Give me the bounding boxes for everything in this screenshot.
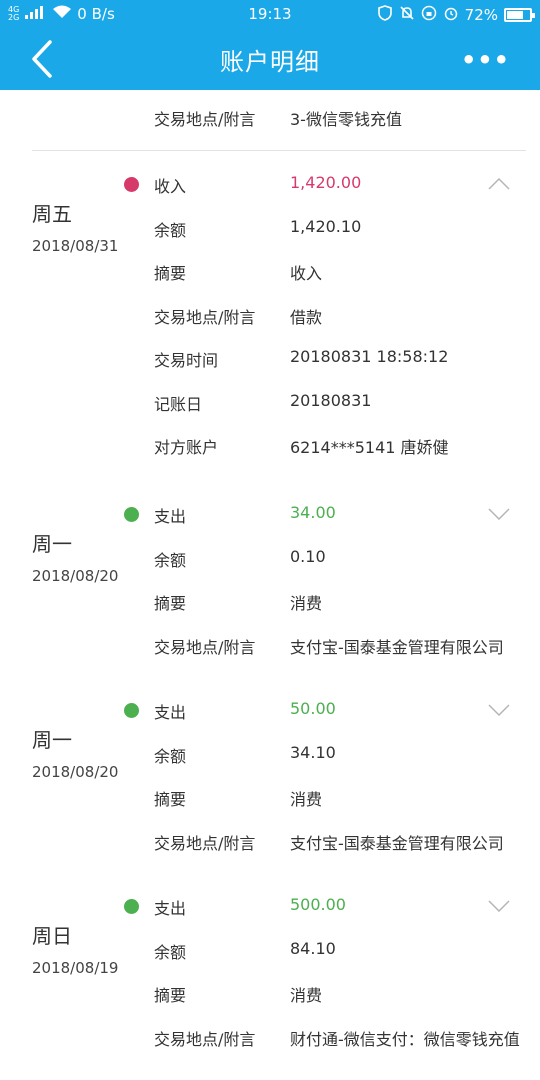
detail-value: 借款 [290,307,323,327]
detail-value: 消费 [290,790,323,809]
page-title: 账户明细 [220,48,320,76]
detail-row: 摘要 消费 [154,590,322,614]
weekday-label: 周一 [32,532,72,556]
detail-value: 34.10 [290,742,336,762]
transaction-type: 支出 [154,507,187,526]
expense-dot [124,703,139,718]
chevron-down-icon[interactable] [488,508,510,520]
divider [32,150,526,151]
expense-dot [124,899,139,914]
weekday-label: 周日 [32,924,72,948]
transaction-type: 收入 [154,177,187,196]
chevron-down-icon[interactable] [488,704,510,716]
detail-key: 交易时间 [154,351,219,370]
chevron-down-icon[interactable] [488,900,510,912]
detail-value: 收入 [290,264,323,283]
detail-key: 余额 [154,942,187,962]
date-label: 2018/08/31 [32,237,119,255]
transaction-summary-row: 支出 500.00 [154,895,346,919]
weekday-label: 周一 [32,728,72,752]
weekday-label: 周五 [32,202,72,226]
detail-row: 交易时间 20180831 18:58:12 [154,347,448,371]
detail-key: 交易地点/附言 [154,1029,256,1049]
detail-key: 交易地点/附言 [154,307,256,327]
detail-value: 消费 [290,594,323,613]
shield-icon [377,5,393,25]
detail-row: 交易地点/附言 支付宝-国泰基金管理有限公司 [154,830,504,854]
battery-percent: 72% [464,6,498,24]
detail-value: 0.10 [290,546,326,566]
transaction-list: 交易地点/附言 3-微信零钱充值 周五 2018/08/31 收入 1,420.00 余… [0,90,540,1080]
more-menu-button[interactable]: ••• [461,46,510,74]
detail-row: 余额 34.10 [154,743,336,767]
detail-row: 对方账户 6214***5141 唐娇健 [154,434,449,458]
detail-key: 对方账户 [154,438,219,457]
detail-value: 支付宝-国泰基金管理有限公司 [290,833,504,853]
transaction-amount: 500.00 [290,895,346,914]
transaction-amount: 50.00 [290,699,336,718]
detail-value: 6214***5141 唐娇健 [290,438,449,457]
detail-row: 余额 1,420.10 [154,217,361,241]
detail-key: 摘要 [154,594,187,613]
app-header-bar: 4G 2G 0 B/s 19:13 72% 账户明细 ••• [0,0,540,90]
detail-key: 摘要 [154,264,187,283]
detail-row: 余额 0.10 [154,547,326,571]
date-label: 2018/08/20 [32,763,119,781]
transaction-summary-row: 支出 34.00 [154,503,336,527]
detail-value: 20180831 18:58:12 [290,347,449,366]
detail-key: 摘要 [154,790,187,809]
detail-key: 摘要 [154,986,187,1005]
detail-key: 余额 [154,746,187,766]
expense-dot [124,507,139,522]
chevron-up-icon[interactable] [488,178,510,190]
detail-key: 余额 [154,550,187,570]
date-label: 2018/08/20 [32,567,119,585]
detail-value: 84.10 [290,938,336,958]
alarm-icon [443,5,459,25]
detail-key: 余额 [154,220,187,240]
detail-value: 支付宝-国泰基金管理有限公司 [290,637,504,657]
detail-row: 交易地点/附言 支付宝-国泰基金管理有限公司 [154,634,504,658]
detail-row: 摘要 收入 [154,260,322,284]
detail-value: 财付通-微信支付：微信零钱充值 [290,1029,520,1049]
transaction-type: 支出 [154,899,187,918]
detail-row: 摘要 消费 [154,786,322,810]
transaction-type: 支出 [154,703,187,722]
detail-key: 记账日 [154,394,203,414]
income-dot [124,177,139,192]
navigation-header: 账户明细 ••• [0,28,540,90]
date-label: 2018/08/19 [32,959,119,977]
detail-row: 摘要 消费 [154,982,322,1006]
detail-value: 消费 [290,986,323,1005]
detail-row: 交易地点/附言 借款 [154,304,322,328]
detail-key: 交易地点/附言 [154,110,256,129]
lock-rotate-icon [421,5,437,25]
transaction-summary-row: 收入 1,420.00 [154,173,361,197]
detail-value: 20180831 [290,390,372,410]
bell-off-icon [399,5,415,25]
transaction-summary-row: 支出 50.00 [154,699,336,723]
status-bar: 4G 2G 0 B/s 19:13 72% [0,0,540,28]
detail-row: 记账日 20180831 [154,391,371,415]
detail-key: 交易地点/附言 [154,833,256,853]
detail-key: 交易地点/附言 [154,637,256,657]
detail-row: 余额 84.10 [154,939,336,963]
detail-value: 1,420.10 [290,216,362,236]
transaction-amount: 1,420.00 [290,173,362,192]
clock: 19:13 [248,5,292,23]
previous-entry-detail-row: 交易地点/附言 3-微信零钱充值 [154,106,402,130]
transaction-amount: 34.00 [290,503,336,522]
detail-value: 3-微信零钱充值 [290,110,402,129]
battery-icon [504,8,535,22]
detail-row: 交易地点/附言 财付通-微信支付：微信零钱充值 [154,1026,520,1050]
